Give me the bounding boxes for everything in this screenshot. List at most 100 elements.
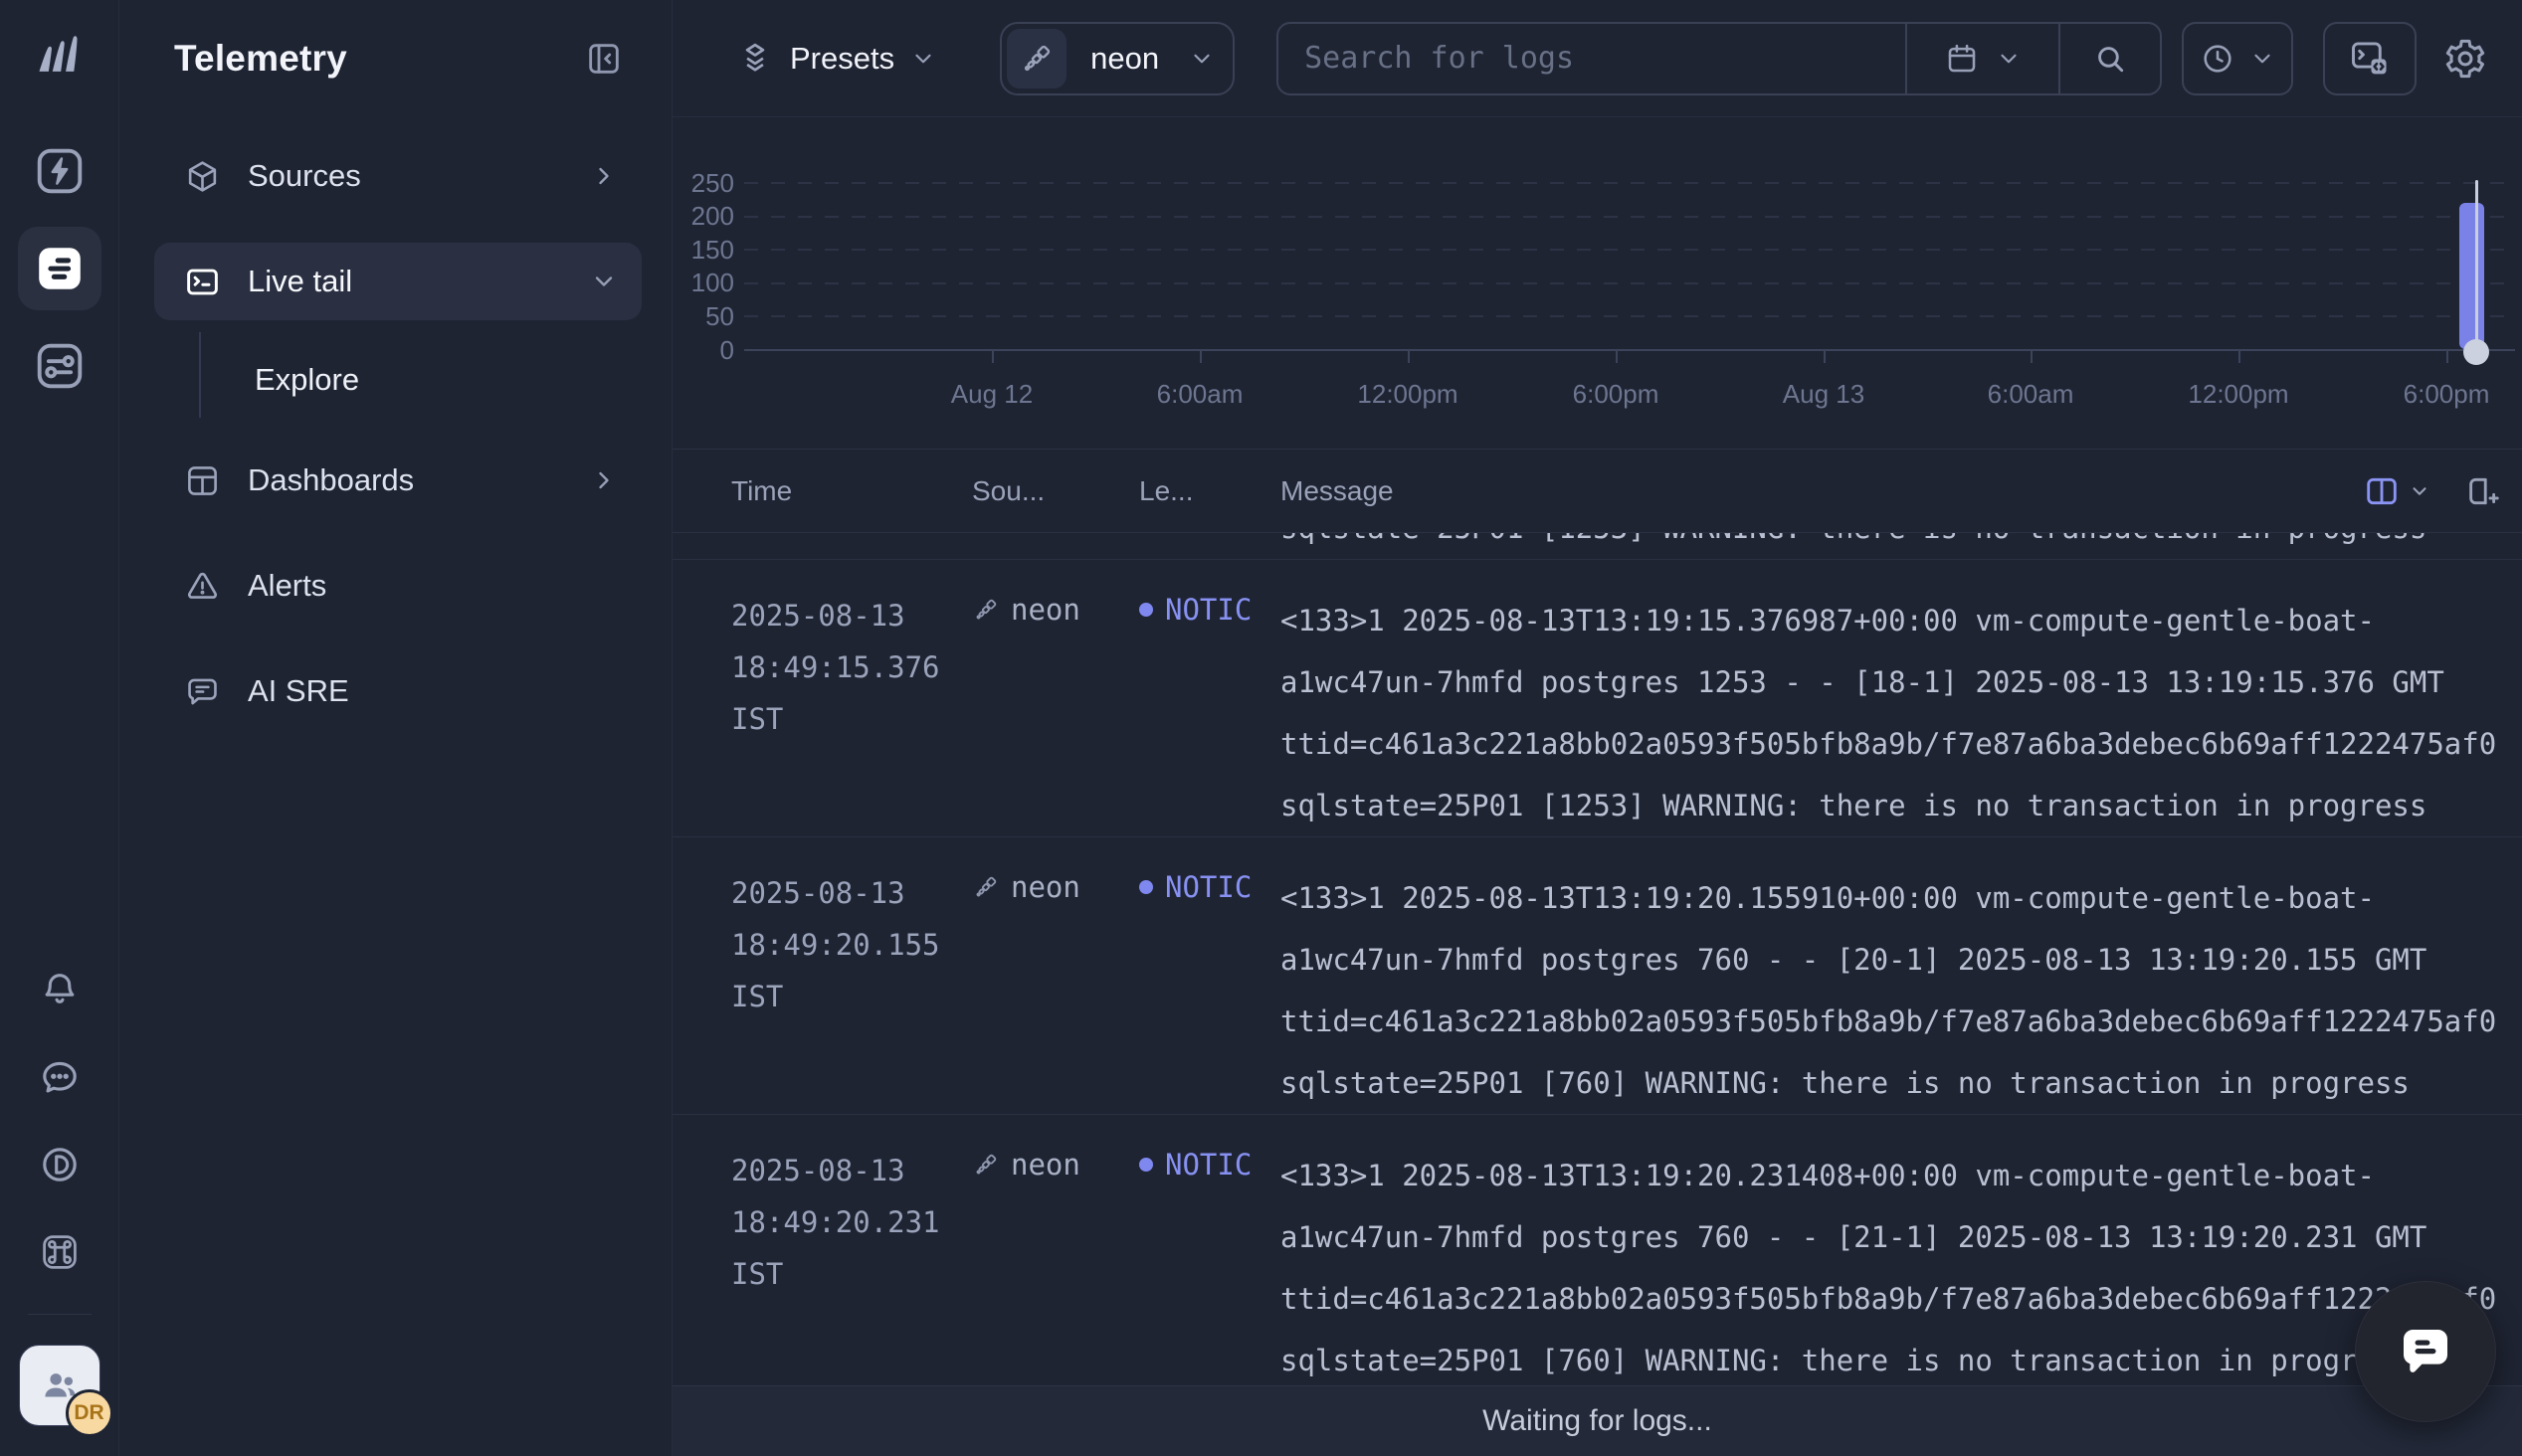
search-button[interactable] <box>2060 24 2160 93</box>
x-axis-label: Aug 13 <box>1783 379 1864 410</box>
column-header-source[interactable]: Sou... <box>972 475 1139 507</box>
log-rows: sqlstate=25P01 [1253] WARNING: there is … <box>673 533 2522 1385</box>
x-axis-tickmark <box>992 351 994 363</box>
search-input[interactable] <box>1278 24 1905 93</box>
command-icon <box>38 1230 82 1274</box>
sidebar-item-label: Live tail <box>248 264 352 299</box>
sidebar-item-explore[interactable]: Explore <box>154 348 642 412</box>
time-range-button[interactable] <box>2182 22 2293 95</box>
collapse-sidebar-button[interactable] <box>584 39 624 79</box>
log-source: neon <box>972 867 1139 1114</box>
column-header-level[interactable]: Le... <box>1139 475 1280 507</box>
date-filter-button[interactable] <box>1907 24 2058 93</box>
cube-icon <box>184 158 221 195</box>
sidebar-item-label: Sources <box>248 158 361 194</box>
chevron-down-icon <box>910 46 936 72</box>
y-axis-tick: 50 <box>673 303 734 329</box>
alert-triangle-icon <box>184 568 221 605</box>
message-icon <box>184 673 221 710</box>
sidebar-item-label: Alerts <box>248 568 326 604</box>
sidebar-item-ai-sre[interactable]: AI SRE <box>154 652 642 730</box>
chart-bar-latest[interactable] <box>2459 203 2484 349</box>
clipped-log-row[interactable]: sqlstate=25P01 [1253] WARNING: there is … <box>673 533 2522 560</box>
telescope-icon <box>972 1151 1000 1179</box>
column-header-message[interactable]: Message <box>1280 475 1394 507</box>
theme-toggle-button[interactable] <box>30 1135 90 1194</box>
add-column-button[interactable] <box>2464 472 2502 510</box>
chat-fab[interactable] <box>2355 1281 2496 1422</box>
shortcuts-button[interactable] <box>30 1222 90 1282</box>
gridline <box>744 282 2515 284</box>
sidebar: Telemetry Sourc <box>119 0 673 1456</box>
chart-cursor-handle[interactable] <box>2463 339 2489 365</box>
rail-item-logs[interactable] <box>18 227 101 310</box>
clock-icon <box>2200 41 2235 77</box>
add-column-icon <box>2464 472 2502 510</box>
logs-icon <box>31 240 89 297</box>
main-content: Presets neon <box>673 0 2522 1456</box>
x-axis-label: 12:00pm <box>1357 379 1457 410</box>
column-header-time[interactable]: Time <box>731 475 972 507</box>
sidebar-item-dashboards[interactable]: Dashboards <box>154 442 642 519</box>
log-message: <133>1 2025-08-13T13:19:20.231408+00:00 … <box>1280 1145 2522 1385</box>
presets-button[interactable]: Presets <box>736 40 936 78</box>
telescope-icon <box>972 873 1000 901</box>
sidebar-item-live-tail[interactable]: Live tail <box>154 243 642 320</box>
search-icon <box>2091 40 2129 78</box>
avatar-initials-badge: DR <box>66 1389 113 1437</box>
log-row[interactable]: 2025-08-13 18:49:15.376 IST neon <box>673 560 2522 837</box>
telescope-icon <box>972 596 1000 624</box>
sidebar-item-alerts[interactable]: Alerts <box>154 547 642 625</box>
level-dot <box>1139 603 1153 617</box>
chevron-down-icon <box>1189 46 1215 72</box>
log-source: neon <box>972 590 1139 836</box>
log-row[interactable]: 2025-08-13 18:49:20.155 IST neon <box>673 837 2522 1115</box>
log-row[interactable]: 2025-08-13 18:49:20.231 IST neon <box>673 1115 2522 1385</box>
sliders-icon <box>31 337 89 395</box>
gridline <box>744 182 2515 184</box>
calendar-icon <box>1944 41 1980 77</box>
sidebar-header: Telemetry <box>119 0 672 117</box>
chevron-down-icon <box>2409 480 2430 502</box>
toolbar: Presets neon <box>673 0 2522 117</box>
y-axis-tick: 200 <box>673 203 734 229</box>
sidebar-item-label: Explore <box>255 362 359 398</box>
user-avatar[interactable]: DR <box>19 1345 100 1426</box>
search-group <box>1276 22 2162 95</box>
rail-divider <box>28 1314 92 1315</box>
query-console-button[interactable] <box>2323 22 2417 95</box>
rail-bottom-group: DR <box>19 960 100 1426</box>
icon-rail: DR <box>0 0 119 1456</box>
clipped-log-text: sqlstate=25P01 [1253] WARNING: there is … <box>1280 533 2522 559</box>
app-root: DR Telemetry <box>0 0 2522 1456</box>
source-selector[interactable]: neon <box>1000 22 1235 95</box>
chat-bubble-icon <box>2393 1319 2458 1384</box>
layers-icon <box>736 40 774 78</box>
feedback-button[interactable] <box>30 1047 90 1107</box>
settings-button[interactable] <box>2442 36 2488 82</box>
panel-collapse-icon <box>584 39 624 79</box>
x-axis-label: 12:00pm <box>2188 379 2288 410</box>
sidebar-item-label: AI SRE <box>248 673 349 709</box>
rail-item-metrics[interactable] <box>18 324 101 408</box>
y-axis-tick: 150 <box>673 237 734 263</box>
x-axis-label: 6:00am <box>1988 379 2074 410</box>
sidebar-item-sources[interactable]: Sources <box>154 137 642 215</box>
y-axis-tick: 0 <box>673 337 734 363</box>
columns-layout-button[interactable] <box>2363 472 2430 510</box>
chevron-down-icon <box>590 268 618 295</box>
chevron-right-icon <box>590 162 618 190</box>
gear-icon <box>2442 36 2488 82</box>
x-axis-tickmark <box>2238 351 2240 363</box>
log-message: <133>1 2025-08-13T13:19:15.376987+00:00 … <box>1280 590 2522 836</box>
terminal-code-icon <box>2348 37 2392 81</box>
notifications-button[interactable] <box>30 960 90 1019</box>
chart-cursor-line[interactable] <box>2475 180 2478 353</box>
x-axis-label: 6:00pm <box>2404 379 2490 410</box>
gridline <box>744 216 2515 218</box>
rail-item-apm[interactable] <box>18 129 101 213</box>
sidebar-nav: Sources Live tail <box>119 117 672 758</box>
log-time: 2025-08-13 18:49:20.155 IST <box>731 867 972 1114</box>
log-level: NOTIC <box>1139 590 1280 836</box>
table-header-actions <box>2363 450 2502 532</box>
